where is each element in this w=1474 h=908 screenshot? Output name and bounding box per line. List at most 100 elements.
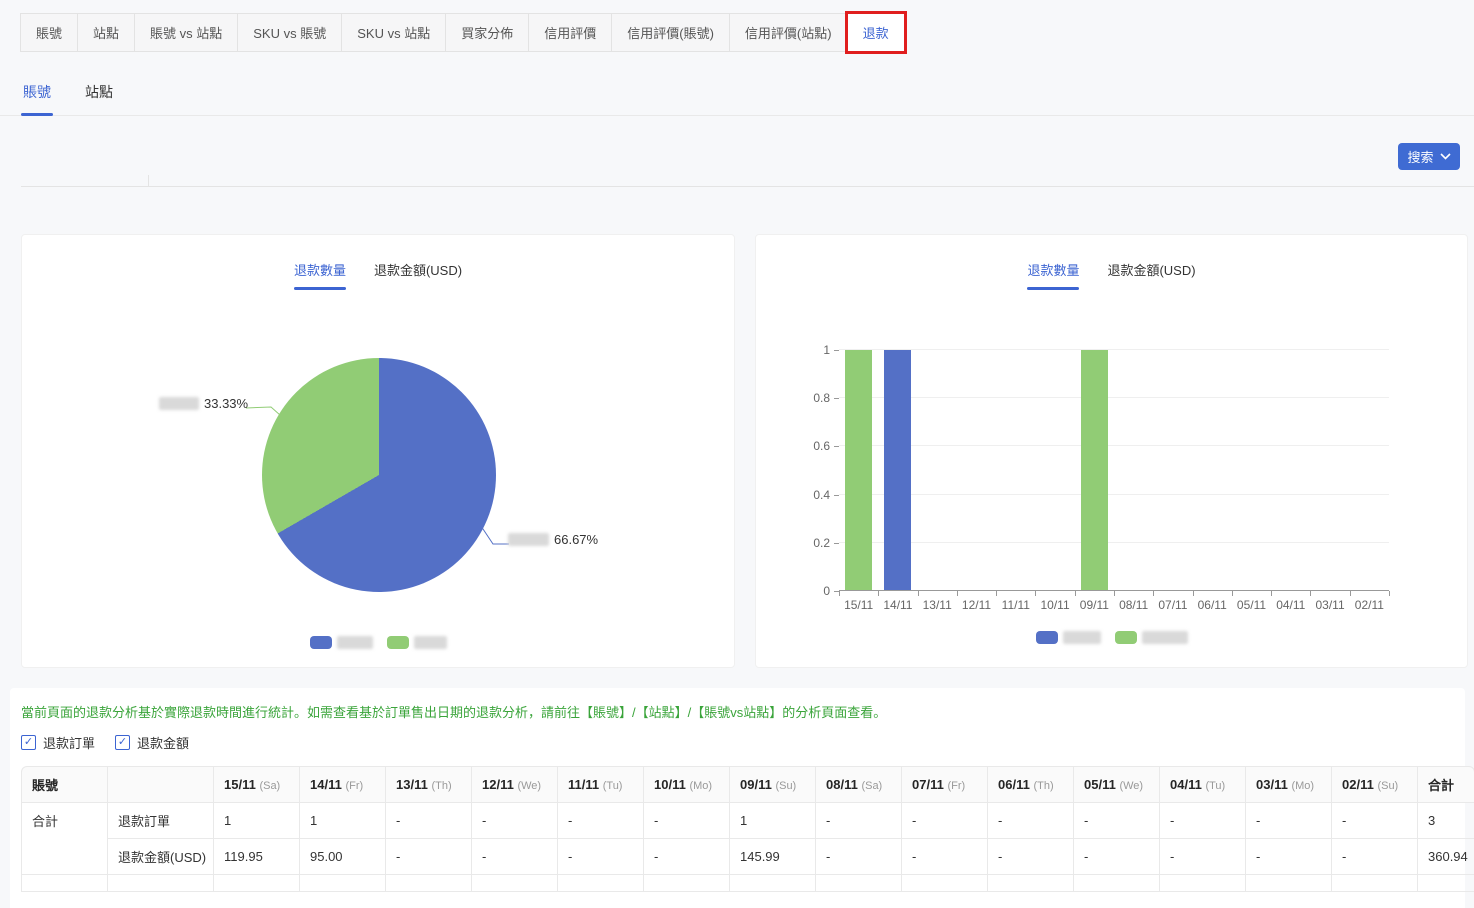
censored-legend-label xyxy=(1062,631,1101,644)
top-tab-SKU vs 站點[interactable]: SKU vs 站點 xyxy=(341,13,447,52)
metric-tab-退款數量[interactable]: 退款數量 xyxy=(1027,260,1080,290)
table-total-header: 合計 xyxy=(1418,766,1474,803)
x-axis-tick-label: 15/11 xyxy=(844,598,874,612)
x-axis-tick-label: 12/11 xyxy=(961,598,992,612)
x-axis-tick xyxy=(1310,591,1312,596)
bar-15/11-series-1 xyxy=(845,350,873,590)
top-tab-賬號[interactable]: 賬號 xyxy=(20,13,79,52)
value-cell xyxy=(1246,875,1332,892)
x-axis-tick xyxy=(1389,591,1390,596)
weekday-suffix: (Fr) xyxy=(345,780,364,792)
x-axis-tick-label: 14/11 xyxy=(883,598,913,612)
table-date-header-06/11: 06/11 (Th) xyxy=(988,766,1074,803)
value-cell: - xyxy=(1074,839,1160,875)
value-cell: - xyxy=(816,803,902,839)
top-tab-賬號 vs 站點[interactable]: 賬號 vs 站點 xyxy=(134,13,239,52)
total-cell: 3 xyxy=(1418,803,1474,839)
filter-field-right[interactable] xyxy=(148,175,1474,187)
value-cell: - xyxy=(644,839,730,875)
weekday-suffix: (We) xyxy=(517,780,542,792)
table-date-header-08/11: 08/11 (Sa) xyxy=(816,766,902,803)
value-cell: - xyxy=(988,803,1074,839)
legend-item-1[interactable] xyxy=(386,636,447,649)
legend-item-1[interactable] xyxy=(1114,631,1188,644)
censored-legend-label xyxy=(336,636,373,649)
weekday-suffix: (Th) xyxy=(1033,780,1054,792)
value-cell: - xyxy=(1332,803,1418,839)
table-date-header-09/11: 09/11 (Su) xyxy=(730,766,816,803)
y-axis-tick-label: 0 xyxy=(823,584,830,598)
value-cell: - xyxy=(386,839,472,875)
x-axis-tick-label: 07/11 xyxy=(1158,598,1188,612)
table-row: 合計 退款訂單 1 1- - - -1- - - - - - -3 xyxy=(21,803,1474,875)
pie-metric-tabs: 退款數量 退款金額(USD) xyxy=(22,260,734,290)
legend-item-0[interactable] xyxy=(309,636,373,649)
legend-item-0[interactable] xyxy=(1035,631,1101,644)
x-axis-tick-label: 04/11 xyxy=(1276,598,1306,612)
value-cell: - xyxy=(1074,803,1160,839)
top-tab-SKU vs 賬號[interactable]: SKU vs 賬號 xyxy=(237,13,343,52)
value-cell xyxy=(730,875,816,892)
x-axis-tick xyxy=(1114,591,1115,596)
top-tab-信用評價[interactable]: 信用評價 xyxy=(528,13,613,52)
weekday-suffix: (Tu) xyxy=(1205,780,1226,792)
checkbox-退款金額[interactable]: ✓ 退款金額 xyxy=(115,733,189,752)
table-date-header-14/11: 14/11 (Fr) xyxy=(300,766,386,803)
top-tab-信用評價(站點)[interactable]: 信用評價(站點) xyxy=(728,13,848,52)
y-axis-tick-label: 0.8 xyxy=(813,391,830,406)
metric-tab-退款數量[interactable]: 退款數量 xyxy=(293,260,346,290)
checkbox-退款訂單[interactable]: ✓ 退款訂單 xyxy=(21,733,95,752)
value-cell xyxy=(472,875,558,892)
x-axis-tick xyxy=(1074,591,1076,596)
search-button[interactable]: 搜索 xyxy=(1398,143,1460,170)
value-cell: - xyxy=(1332,839,1418,875)
weekday-suffix: (Fr) xyxy=(947,780,966,792)
value-cell: - xyxy=(472,803,558,839)
metric-cell: 退款訂單 xyxy=(108,803,214,839)
table-date-header-10/11: 10/11 (Mo) xyxy=(644,766,730,803)
top-tab-退款[interactable]: 退款 xyxy=(844,11,907,54)
value-cell: - xyxy=(816,839,902,875)
value-cell: - xyxy=(1246,803,1332,839)
checkbox-icon[interactable]: ✓ xyxy=(115,735,131,750)
weekday-suffix: (Mo) xyxy=(1291,780,1315,792)
x-axis-tick-label: 03/11 xyxy=(1315,598,1345,612)
metric-tab-退款金額(USD)[interactable]: 退款金額(USD) xyxy=(1107,260,1195,290)
weekday-suffix: (Th) xyxy=(431,780,452,792)
x-axis-tick xyxy=(996,591,998,596)
value-cell: - xyxy=(472,839,558,875)
y-axis-tick-label: 1 xyxy=(823,343,830,357)
refund-pie-chart-card: 退款數量 退款金額(USD) 33.33% 66.67% xyxy=(21,234,735,668)
value-cell xyxy=(300,875,386,892)
sub-tab-賬號[interactable]: 賬號 xyxy=(21,74,53,116)
x-axis-tick-label: 11/11 xyxy=(1001,598,1030,612)
metric-cell xyxy=(108,875,214,892)
filter-field-left[interactable] xyxy=(21,175,148,187)
table-date-header-03/11: 03/11 (Mo) xyxy=(1246,766,1332,803)
pie-percent-blue: 66.67% xyxy=(554,532,599,547)
x-axis-tick xyxy=(839,591,840,596)
x-axis-tick-label: 02/11 xyxy=(1354,598,1384,612)
metric-tab-退款金額(USD)[interactable]: 退款金額(USD) xyxy=(374,260,462,290)
account-cell xyxy=(21,875,108,892)
checkbox-icon[interactable]: ✓ xyxy=(21,735,36,750)
report-tab-bar: 賬號 站點 賬號 vs 站點 SKU vs 賬號 SKU vs 站點 買家分佈 信用評價 信用… xyxy=(20,11,907,54)
top-tab-站點[interactable]: 站點 xyxy=(77,13,136,52)
value-cell: 1 xyxy=(214,803,300,839)
value-cell xyxy=(988,875,1074,892)
gridline xyxy=(839,397,1389,399)
value-cell: - xyxy=(902,839,988,875)
value-cell xyxy=(214,875,300,892)
value-cell: 1 xyxy=(730,803,816,839)
value-cell xyxy=(558,875,644,892)
legend-marker-icon xyxy=(309,636,332,649)
total-cell: 360.94 xyxy=(1418,839,1474,875)
top-tab-買家分佈[interactable]: 買家分佈 xyxy=(445,13,530,52)
refund-analytics-page: { "colors": { "accent_blue": "#3c64d2", … xyxy=(0,0,1474,908)
pie-percent-green: 33.33% xyxy=(204,396,249,411)
value-cell xyxy=(644,875,730,892)
sub-tab-站點[interactable]: 站點 xyxy=(83,74,115,115)
top-tab-信用評價(賬號)[interactable]: 信用評價(賬號) xyxy=(611,13,730,52)
censored-legend-label xyxy=(1141,631,1188,644)
x-axis-tick xyxy=(917,591,919,596)
